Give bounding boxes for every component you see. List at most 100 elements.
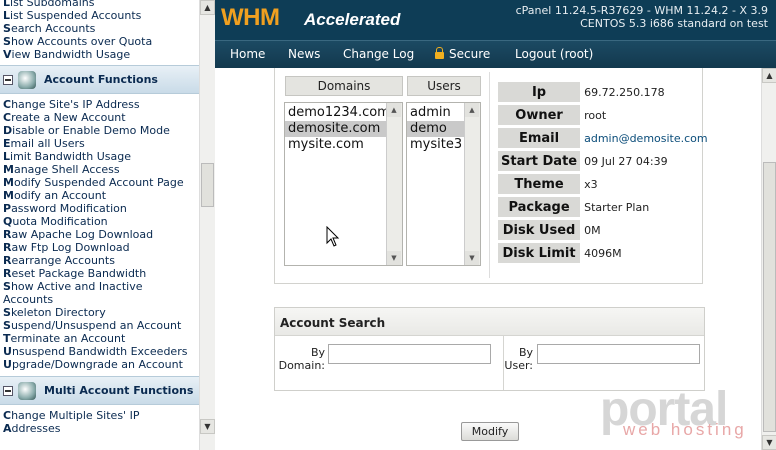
sidebar-link-accesskey: U bbox=[3, 345, 12, 358]
sidebar-link[interactable]: Manage Shell Access bbox=[0, 163, 199, 176]
scroll-up-arrow-icon[interactable]: ▲ bbox=[200, 0, 215, 15]
sidebar-link[interactable]: View Bandwidth Usage bbox=[0, 48, 199, 61]
account-info-table: Ip 69.72.250.178 Owner root Email admin@demos… bbox=[498, 79, 709, 266]
sidebar-link[interactable]: Reset Package Bandwidth bbox=[0, 267, 199, 280]
sidebar-link[interactable]: Search Accounts bbox=[0, 22, 199, 35]
sidebar-link[interactable]: Quota Modification bbox=[0, 215, 199, 228]
sidebar-link[interactable]: Disable or Enable Demo Mode bbox=[0, 124, 199, 137]
domains-listbox[interactable]: demo1234.com demosite.com mysite.com ▲ ▼ bbox=[284, 102, 403, 266]
sidebar-link-label: iew Bandwidth Usage bbox=[11, 48, 131, 61]
sidebar-link-accesskey: L bbox=[3, 150, 11, 163]
account-info-row: Owner root bbox=[498, 105, 709, 125]
collapse-icon[interactable] bbox=[3, 385, 13, 396]
whm-logo-accelerated: Accelerated bbox=[304, 10, 401, 29]
sidebar-link-label: how Active and Inactive bbox=[10, 280, 143, 293]
domains-column-header: Domains bbox=[285, 76, 403, 96]
domains-listbox-scrollbar[interactable]: ▲ ▼ bbox=[386, 103, 402, 265]
account-info-label: Disk Used bbox=[498, 220, 581, 240]
by-user-label-line2: User: bbox=[504, 359, 533, 372]
sidebar-link[interactable]: Accounts bbox=[0, 293, 199, 306]
sidebar-link-accesskey: Q bbox=[3, 215, 13, 228]
account-search-title: Account Search bbox=[275, 308, 704, 336]
domain-option[interactable]: demosite.com bbox=[285, 121, 402, 137]
account-info-value: Starter Plan bbox=[584, 200, 650, 214]
domain-option[interactable]: mysite.com bbox=[285, 137, 402, 153]
domain-option[interactable]: demo1234.com bbox=[285, 105, 402, 121]
sidebar-link-accesskey: U bbox=[3, 358, 12, 371]
sidebar-link[interactable]: Addresses bbox=[0, 422, 199, 435]
nav-news[interactable]: News bbox=[288, 47, 320, 61]
sidebar-link-accesskey: C bbox=[3, 98, 12, 111]
sidebar-link-label: odify Suspended Account Page bbox=[13, 176, 184, 189]
whm-header: WHM Accelerated cPanel 11.24.5-R37629 - … bbox=[215, 0, 776, 40]
sidebar-link[interactable]: Rearrange Accounts bbox=[0, 254, 199, 267]
sidebar-link[interactable]: Terminate an Account bbox=[0, 332, 199, 345]
sidebar-link-label: imit Bandwidth Usage bbox=[10, 150, 131, 163]
sidebar-link[interactable]: Limit Bandwidth Usage bbox=[0, 150, 199, 163]
section-title-account-functions: Account Functions bbox=[44, 73, 158, 86]
sidebar-link-label: keleton Directory bbox=[10, 306, 106, 319]
scroll-down-arrow-icon[interactable]: ▼ bbox=[762, 435, 776, 450]
left-frame-scrollbar[interactable]: ▲ ▼ bbox=[199, 0, 215, 450]
scroll-up-arrow-icon[interactable]: ▲ bbox=[387, 103, 401, 117]
account-info-row: Start Date 09 Jul 27 04:39 bbox=[498, 151, 709, 171]
users-listbox-scrollbar[interactable]: ▲ ▼ bbox=[464, 103, 480, 265]
account-email-link[interactable]: admin@demosite.com bbox=[580, 128, 709, 148]
sidebar-link-label: assword Modification bbox=[11, 202, 127, 215]
sidebar-link-accesskey: S bbox=[3, 35, 11, 48]
sidebar-link[interactable]: Change Multiple Sites' IP bbox=[0, 409, 199, 422]
sidebar-link[interactable]: Raw Apache Log Download bbox=[0, 228, 199, 241]
account-info-row: Disk Limit 4096M bbox=[498, 243, 709, 263]
sidebar-link[interactable]: Change Site's IP Address bbox=[0, 98, 199, 111]
section-header-account-functions[interactable]: Account Functions bbox=[0, 65, 199, 94]
sidebar-link[interactable]: Upgrade/Downgrade an Account bbox=[0, 358, 199, 371]
main-frame-scrollbar[interactable]: ▲ ▼ bbox=[761, 68, 776, 450]
scroll-down-arrow-icon[interactable]: ▼ bbox=[387, 251, 401, 265]
account-info-value: 4096M bbox=[584, 246, 622, 260]
nav-secure[interactable]: Secure bbox=[435, 47, 490, 61]
scroll-down-arrow-icon[interactable]: ▼ bbox=[200, 419, 215, 434]
scroll-down-arrow-icon[interactable]: ▼ bbox=[465, 251, 479, 265]
scrollbar-thumb[interactable] bbox=[201, 163, 214, 207]
domain-search-input[interactable] bbox=[328, 344, 491, 364]
sidebar-link[interactable]: Password Modification bbox=[0, 202, 199, 215]
account-info-value: 0M bbox=[584, 223, 601, 237]
sidebar-link[interactable]: Suspend/Unsuspend an Account bbox=[0, 319, 199, 332]
scroll-up-arrow-icon[interactable]: ▲ bbox=[465, 103, 479, 117]
by-domain-label: By Domain: bbox=[277, 346, 325, 372]
sidebar-link[interactable]: Raw Ftp Log Download bbox=[0, 241, 199, 254]
account-info-label: Theme bbox=[498, 174, 581, 194]
user-search-input[interactable] bbox=[537, 344, 700, 364]
sidebar-link-label: odify an Account bbox=[13, 189, 107, 202]
collapse-icon[interactable] bbox=[3, 74, 13, 85]
nav-home[interactable]: Home bbox=[230, 47, 265, 61]
nav-logout[interactable]: Logout (root) bbox=[515, 47, 593, 61]
sidebar-link-accesskey: S bbox=[3, 306, 11, 319]
users-column-header: Users bbox=[407, 76, 481, 96]
sidebar-link[interactable]: Email all Users bbox=[0, 137, 199, 150]
top-navigation: Home News Change Log Secure Logout (root… bbox=[215, 40, 776, 69]
nav-change-log[interactable]: Change Log bbox=[343, 47, 414, 61]
account-info-row: Disk Used 0M bbox=[498, 220, 709, 240]
sidebar-link[interactable]: Create a New Account bbox=[0, 111, 199, 124]
sidebar-link[interactable]: Skeleton Directory bbox=[0, 306, 199, 319]
left-navigation-frame: List Subdomains List Suspended Accounts Se… bbox=[0, 0, 199, 450]
users-listbox[interactable]: admin demo mysite3 ▲ ▼ bbox=[406, 102, 481, 266]
sidebar-link[interactable]: Show Active and Inactive bbox=[0, 280, 199, 293]
lock-icon bbox=[435, 47, 444, 59]
scroll-up-arrow-icon[interactable]: ▲ bbox=[762, 68, 776, 83]
section-header-multi-account-functions[interactable]: Multi Account Functions bbox=[0, 376, 199, 405]
scrollbar-thumb[interactable] bbox=[763, 162, 776, 432]
sidebar-link-label: how Accounts over Quota bbox=[10, 35, 153, 48]
modify-button[interactable]: Modify bbox=[461, 422, 519, 441]
sidebar-link-label: pgrade/Downgrade an Account bbox=[11, 358, 183, 371]
sidebar-link[interactable]: Modify an Account bbox=[0, 189, 199, 202]
sidebar-link[interactable]: List Subdomains bbox=[0, 0, 199, 9]
sidebar-link[interactable]: Show Accounts over Quota bbox=[0, 35, 199, 48]
account-info-value: 09 Jul 27 04:39 bbox=[584, 154, 668, 168]
sidebar-link-accesskey: P bbox=[3, 202, 12, 215]
sidebar-link[interactable]: Modify Suspended Account Page bbox=[0, 176, 199, 189]
sidebar-link[interactable]: Unsuspend Bandwidth Exceeders bbox=[0, 345, 199, 358]
account-info-label: Email bbox=[498, 128, 581, 148]
sidebar-link[interactable]: List Suspended Accounts bbox=[0, 9, 199, 22]
